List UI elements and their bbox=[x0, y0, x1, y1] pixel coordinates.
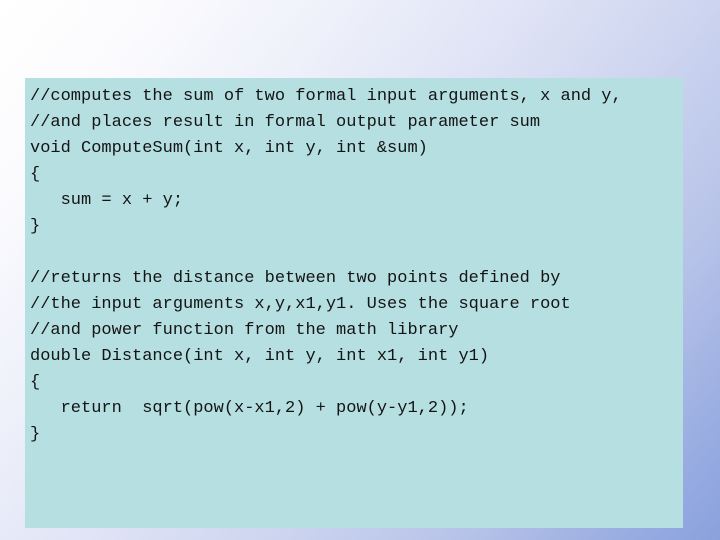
code-line: //and places result in formal output par… bbox=[30, 113, 541, 132]
code-line: { bbox=[30, 373, 41, 392]
code-line: //computes the sum of two formal input a… bbox=[30, 87, 622, 106]
code-line: { bbox=[30, 165, 41, 184]
code-line: //and power function from the math libra… bbox=[30, 321, 459, 340]
code-panel: //computes the sum of two formal input a… bbox=[25, 78, 683, 528]
code-line: double Distance(int x, int y, int x1, in… bbox=[30, 347, 490, 366]
code-line: //returns the distance between two point… bbox=[30, 269, 561, 288]
slide-canvas: //computes the sum of two formal input a… bbox=[0, 0, 720, 540]
code-line: void ComputeSum(int x, int y, int &sum) bbox=[30, 139, 428, 158]
code-line: } bbox=[30, 217, 41, 236]
code-line: sum = x + y; bbox=[30, 191, 184, 210]
code-listing: //computes the sum of two formal input a… bbox=[30, 84, 683, 448]
code-line: } bbox=[30, 425, 41, 444]
code-line: return sqrt(pow(x-x1,2) + pow(y-y1,2)); bbox=[30, 399, 469, 418]
code-line: //the input arguments x,y,x1,y1. Uses th… bbox=[30, 295, 571, 314]
